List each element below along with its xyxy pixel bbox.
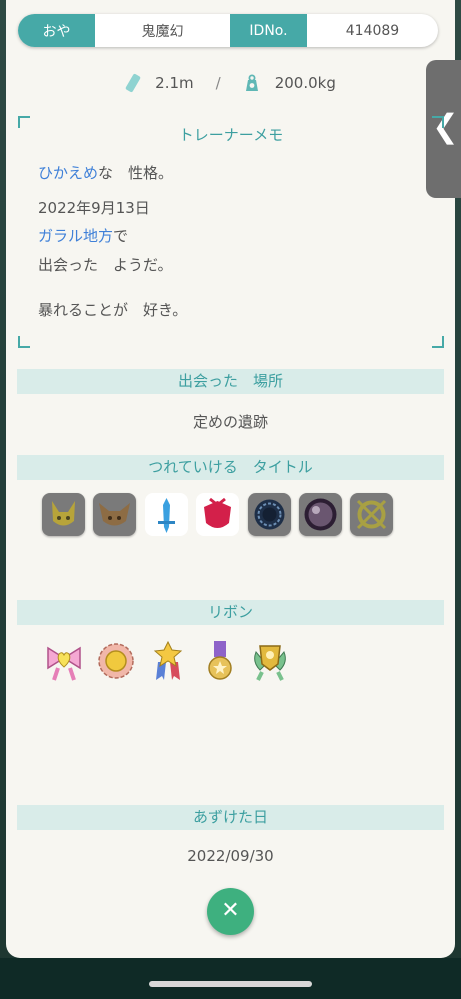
met-location-value: 定めの遺跡	[192, 413, 268, 431]
star-medal-ribbon-icon[interactable]	[148, 640, 188, 682]
nature-value: ひかえめ	[38, 164, 99, 182]
heart-bow-ribbon-icon[interactable]	[44, 640, 84, 682]
weight-icon	[245, 74, 258, 91]
id-value: 414089	[345, 22, 400, 39]
met-line: 出会った ようだ。	[38, 256, 173, 274]
titles-header: つれていける タイトル	[17, 455, 444, 480]
ribbons-header: リボン	[17, 600, 444, 625]
close-icon: ✕	[221, 898, 240, 923]
winged-crest-ribbon-icon[interactable]	[250, 640, 290, 682]
eevee-mark-icon[interactable]	[93, 493, 136, 536]
id-label: IDNo.	[230, 14, 307, 47]
deposit-header: あずけた日	[17, 805, 444, 830]
sword-mark-icon[interactable]	[145, 493, 188, 536]
system-navigation-bar	[0, 958, 461, 999]
crossed-ring-icon[interactable]	[350, 493, 393, 536]
met-region-line: ガラル地方で	[38, 225, 128, 246]
purple-orb-icon[interactable]	[299, 493, 342, 536]
size-stats: 2.1m / 200.0kg	[0, 70, 461, 96]
shield-mark-icon[interactable]	[196, 493, 239, 536]
purple-medal-ribbon-icon[interactable]	[200, 640, 240, 682]
memo-title: トレーナーメモ	[178, 126, 284, 144]
met-region-suffix: で	[113, 227, 129, 245]
height-value: 2.1m	[155, 74, 194, 92]
trainer-memo: トレーナーメモ ひかえめな 性格。 2022年9月13日 ガラル地方で 出会った…	[18, 116, 444, 348]
dark-ring-icon[interactable]	[248, 493, 291, 536]
flower-ribbon-icon[interactable]	[96, 640, 136, 682]
met-region: ガラル地方	[38, 227, 114, 245]
owner-info-bar: おや 鬼魔幻 IDNo. 414089	[18, 14, 438, 47]
met-location-header: 出会った 場所	[17, 369, 444, 394]
memo-corner	[432, 336, 444, 348]
ot-label: おや	[18, 14, 95, 47]
home-indicator[interactable]	[149, 981, 312, 987]
deposit-date: 2022/09/30	[187, 847, 274, 865]
ruler-icon	[125, 73, 141, 93]
pikachu-mark-icon[interactable]	[42, 493, 85, 536]
weight-value: 200.0kg	[274, 74, 336, 92]
memo-corner	[18, 336, 30, 348]
met-date: 2022年9月13日	[38, 199, 150, 217]
characteristic: 暴れることが 好き。	[38, 301, 188, 319]
close-button[interactable]: ✕	[207, 888, 254, 935]
ot-name: 鬼魔幻	[141, 23, 184, 40]
nature-line: ひかえめな 性格。	[38, 162, 173, 183]
stats-separator: /	[215, 74, 221, 92]
nature-suffix: な 性格。	[98, 164, 174, 182]
